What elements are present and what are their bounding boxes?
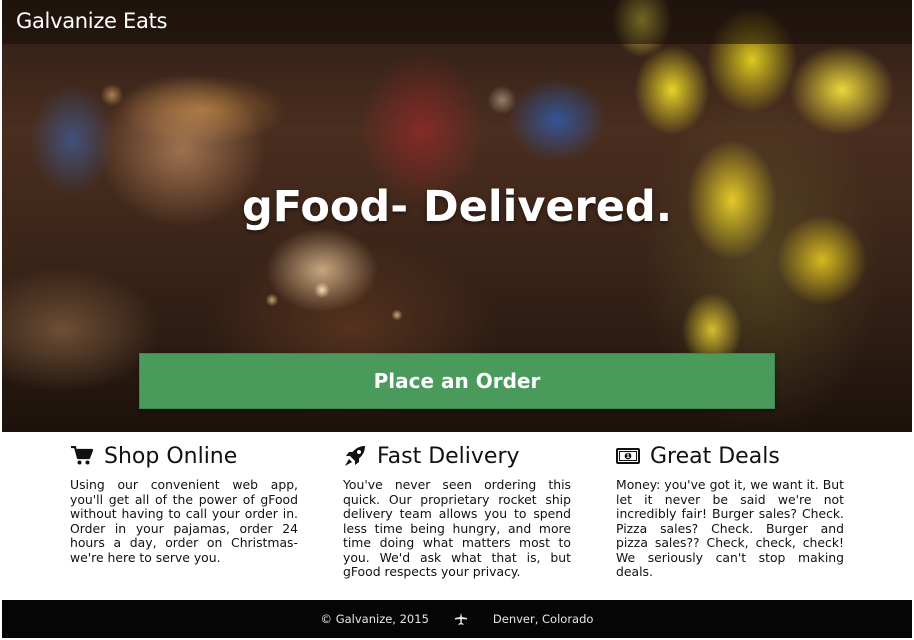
top-navbar: Galvanize Eats (2, 0, 912, 44)
svg-text:1: 1 (626, 453, 630, 460)
shopping-cart-icon (70, 444, 94, 468)
page-footer: © Galvanize, 2015 Denver, Colorado (2, 600, 912, 638)
feature-heading: Shop Online (70, 440, 298, 472)
rocket-icon (343, 444, 367, 468)
feature-heading: Fast Delivery (343, 440, 571, 472)
plane-icon (454, 613, 467, 625)
place-order-button[interactable]: Place an Order (139, 353, 775, 409)
hero-headline: gFood- Delivered. (241, 182, 673, 232)
brand-logo-text[interactable]: Galvanize Eats (16, 9, 167, 33)
feature-description: Money: you've got it, we want it. But le… (616, 477, 844, 579)
feature-shop-online: Shop Online Using our convenient web app… (70, 440, 298, 565)
money-icon: 1 (616, 444, 640, 468)
feature-fast-delivery: Fast Delivery You've never seen ordering… (343, 440, 571, 580)
footer-copyright: © Galvanize, 2015 (320, 612, 429, 626)
feature-great-deals: 1 Great Deals Money: you've got it, we w… (616, 440, 844, 580)
feature-title: Fast Delivery (377, 443, 520, 469)
footer-location: Denver, Colorado (492, 612, 594, 626)
feature-description: You've never seen ordering this quick. O… (343, 477, 571, 579)
feature-description: Using our convenient web app, you'll get… (70, 477, 298, 565)
feature-title: Shop Online (104, 443, 238, 469)
feature-heading: 1 Great Deals (616, 440, 844, 472)
feature-title: Great Deals (650, 443, 780, 469)
